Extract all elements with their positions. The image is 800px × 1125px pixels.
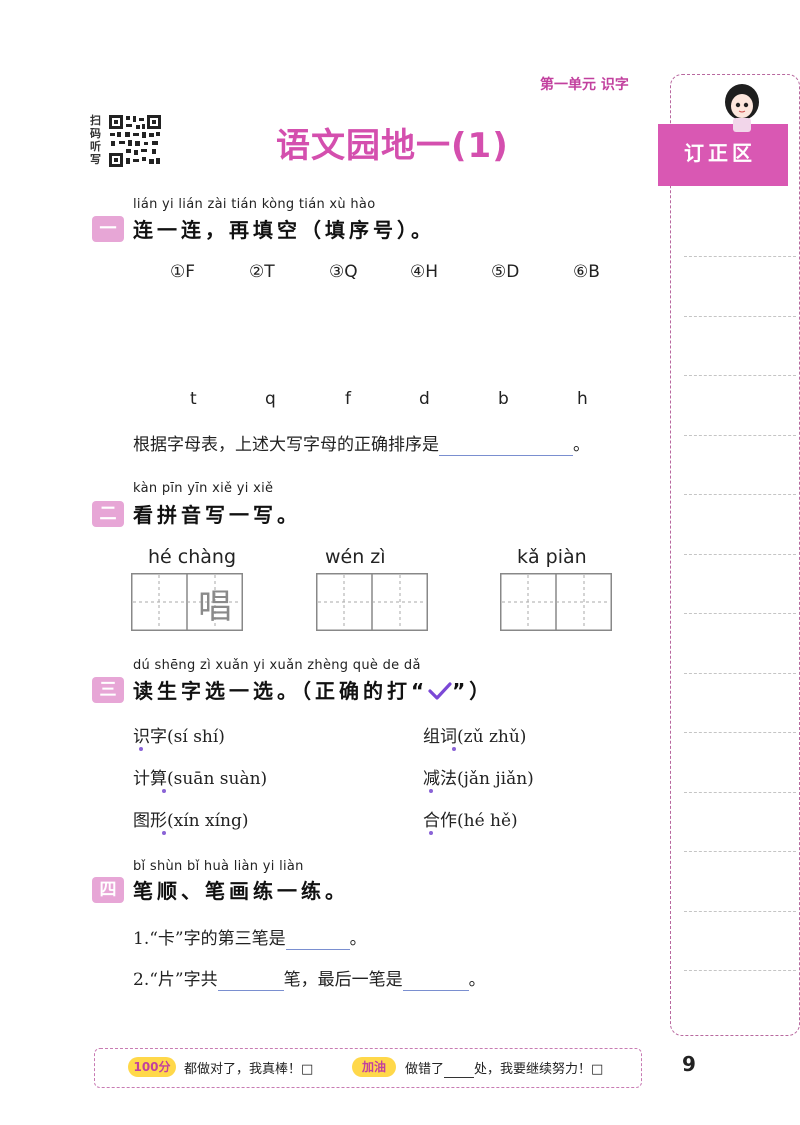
correction-line: [684, 375, 796, 376]
uppercase-letter[interactable]: ③Q: [329, 262, 358, 282]
uppercase-letter[interactable]: ①F: [170, 262, 195, 282]
uppercase-letter[interactable]: ④H: [410, 262, 438, 282]
qr-label: 扫码听写: [90, 114, 101, 166]
section2-title: 看拼音写一写。: [133, 503, 301, 527]
emphasis-dot: [429, 831, 433, 835]
sentence-end: 。: [573, 435, 590, 455]
self-check-correct[interactable]: 都做对了，我真棒！□: [184, 1058, 313, 1077]
choice-item[interactable]: 减法(jǎn jiǎn): [423, 764, 534, 789]
word-pinyin: hé chàng: [148, 546, 237, 568]
correction-area[interactable]: [670, 74, 800, 1036]
cheer-badge: 加油: [352, 1057, 396, 1077]
mistakes-text-a: 做错了: [405, 1062, 445, 1077]
writing-grid[interactable]: [500, 573, 612, 631]
lowercase-letter[interactable]: t: [190, 389, 197, 409]
section4-badge: 四: [92, 877, 124, 903]
lowercase-letter[interactable]: b: [498, 389, 509, 409]
emphasis-dot: [139, 747, 143, 751]
word-pinyin: kǎ piàn: [517, 546, 587, 568]
answer-blank[interactable]: [402, 970, 469, 991]
mistakes-text-b: 处，我要继续努力！□: [474, 1062, 604, 1077]
unit-header: 第一单元 识字: [540, 77, 629, 93]
correction-line: [684, 851, 796, 852]
choice-item[interactable]: 计算(suān suàn): [133, 764, 267, 789]
section1-badge: 一: [92, 216, 124, 242]
order-answer-blank[interactable]: [439, 435, 573, 456]
correction-line: [684, 256, 796, 257]
lowercase-letter[interactable]: d: [419, 389, 430, 409]
uppercase-letter[interactable]: ②T: [249, 262, 275, 282]
section4-pinyin: bǐ shùn bǐ huà liàn yi liàn: [133, 859, 304, 874]
self-check-mistakes[interactable]: 做错了 处，我要继续努力！□: [405, 1058, 603, 1078]
section1-sentence: 根据字母表，上述大写字母的正确排序是 。: [133, 430, 590, 456]
correction-line: [684, 732, 796, 733]
mistakes-count-blank[interactable]: [444, 1062, 475, 1078]
answer-blank[interactable]: [217, 970, 284, 991]
section4-title: 笔顺、笔画练一练。: [133, 879, 349, 903]
section3-title: 读生字选一选。（正确的打“ ”）: [133, 675, 493, 704]
choice-item[interactable]: 合作(hé hě): [423, 806, 518, 831]
section3-badge: 三: [92, 677, 124, 703]
page-title: 语文园地一(1): [276, 126, 509, 166]
section1-title: 连一连，再填空（填序号）。: [133, 218, 435, 242]
choice-item[interactable]: 识字(sí shí): [133, 722, 225, 747]
order-sentence: 根据字母表，上述大写字母的正确排序是: [133, 435, 439, 455]
checkmark-icon: [428, 682, 452, 700]
section2-badge: 二: [92, 501, 124, 527]
emphasis-dot: [162, 789, 166, 793]
uppercase-letter[interactable]: ⑥B: [573, 262, 600, 282]
section2-pinyin: kàn pīn yīn xiě yi xiě: [133, 481, 274, 496]
uppercase-letter[interactable]: ⑤D: [491, 262, 519, 282]
correction-line: [684, 554, 796, 555]
section3-title-b: ”）: [452, 679, 494, 703]
correction-line: [684, 494, 796, 495]
correction-line: [684, 970, 796, 971]
question-1-end: 。: [349, 929, 367, 949]
writing-grid[interactable]: [316, 573, 428, 631]
section3-title-a: 读生字选一选。（正确的打“: [133, 679, 429, 703]
qr-code-icon[interactable]: [108, 114, 162, 168]
correction-line: [684, 435, 796, 436]
emphasis-dot: [162, 831, 166, 835]
section1-pinyin: lián yi lián zài tián kòng tián xù hào: [133, 197, 376, 212]
word-pinyin: wén zì: [325, 546, 386, 568]
emphasis-dot: [429, 789, 433, 793]
question-2-text: 2.“片”字共: [133, 970, 218, 990]
question-1-text: 1.“卡”字的第三笔是: [133, 929, 286, 949]
question-2: 2.“片”字共 笔，最后一笔是 。: [133, 965, 486, 991]
correction-line: [684, 673, 796, 674]
section3-pinyin: dú shēng zì xuǎn yi xuǎn zhèng què de dǎ: [133, 658, 421, 673]
correction-line: [684, 792, 796, 793]
score-badge: 100分: [128, 1057, 176, 1077]
question-1: 1.“卡”字的第三笔是 。: [133, 924, 367, 950]
question-2-text-b: 笔，最后一笔是: [283, 970, 403, 990]
choice-item[interactable]: 图形(xín xíng): [133, 806, 249, 831]
correction-line: [684, 911, 796, 912]
girl-avatar-icon: [725, 84, 759, 132]
lowercase-letter[interactable]: q: [265, 389, 276, 409]
correction-line: [684, 316, 796, 317]
answer-blank[interactable]: [285, 929, 350, 950]
example-character: 唱: [198, 587, 232, 627]
emphasis-dot: [452, 747, 456, 751]
choice-item[interactable]: 组词(zǔ zhǔ): [423, 722, 526, 747]
lowercase-letter[interactable]: h: [577, 389, 588, 409]
question-2-end: 。: [468, 970, 486, 990]
lowercase-letter[interactable]: f: [345, 389, 351, 409]
page-number: 9: [682, 1052, 696, 1076]
correction-line: [684, 613, 796, 614]
